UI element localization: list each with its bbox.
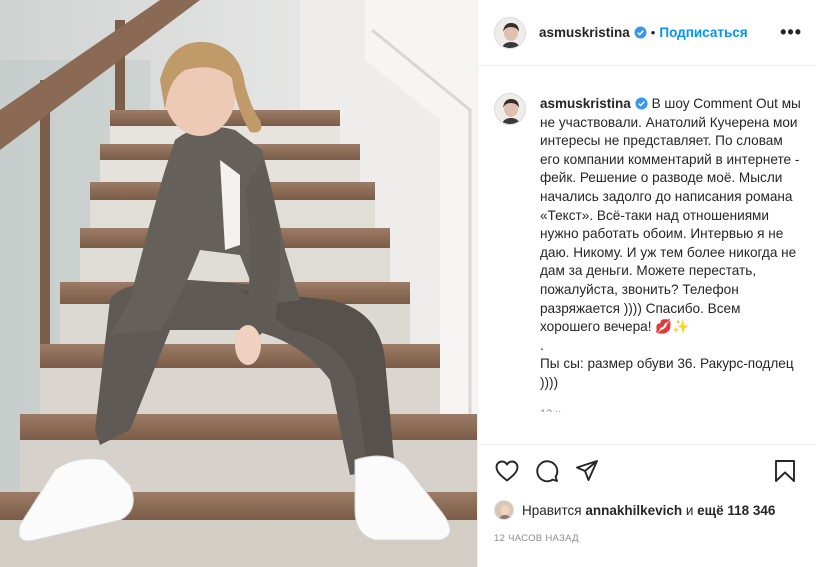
comment-icon: [536, 460, 559, 483]
header-separator: •: [650, 25, 656, 40]
caption-body: asmuskristina В шоу Comment Out мы не уч…: [540, 95, 802, 393]
caption-verified-badge-icon: [635, 97, 648, 110]
like-button[interactable]: [494, 458, 520, 484]
likes-count[interactable]: ещё 118 346: [697, 503, 775, 518]
verified-badge-icon: [634, 26, 647, 39]
caption: asmuskristina В шоу Comment Out мы не уч…: [540, 95, 802, 440]
paper-plane-icon: [576, 460, 598, 481]
liker-username[interactable]: annakhilkevich: [585, 503, 682, 518]
heart-icon: [495, 460, 519, 482]
save-button[interactable]: [772, 458, 798, 484]
follow-button[interactable]: Подписаться: [659, 25, 747, 40]
likes-summary: Нравится annakhilkevich и ещё 118 346: [494, 500, 800, 520]
post-timestamp[interactable]: 12 часов назад: [494, 533, 800, 544]
comment-button[interactable]: [534, 458, 560, 484]
post-sidebar: asmuskristina • Подписаться ••• asmuskri…: [477, 0, 816, 567]
likes-prefix: Нравится: [522, 502, 586, 518]
post-container: asmuskristina • Подписаться ••• asmuskri…: [0, 0, 816, 567]
comments-section: asmuskristina В шоу Comment Out мы не уч…: [494, 78, 802, 440]
caption-username[interactable]: asmuskristina: [540, 96, 631, 111]
post-header: asmuskristina • Подписаться •••: [478, 0, 816, 66]
caption-text: В шоу Comment Out мы не участвовали. Ана…: [540, 96, 801, 390]
post-photo[interactable]: [0, 0, 477, 567]
share-button[interactable]: [574, 458, 600, 484]
action-bar: [494, 457, 800, 485]
caption-author-avatar[interactable]: [494, 93, 526, 125]
bookmark-icon: [775, 460, 795, 482]
photo-illustration: [0, 0, 477, 567]
post-actions-area: Нравится annakhilkevich и ещё 118 346 12…: [478, 444, 816, 544]
caption-time: 12 ч: [540, 405, 802, 412]
author-username[interactable]: asmuskristina: [539, 25, 630, 40]
author-avatar[interactable]: [494, 16, 526, 49]
liker-avatar[interactable]: [494, 500, 514, 520]
more-options-button[interactable]: •••: [780, 22, 802, 43]
likes-middle: и: [682, 502, 698, 518]
